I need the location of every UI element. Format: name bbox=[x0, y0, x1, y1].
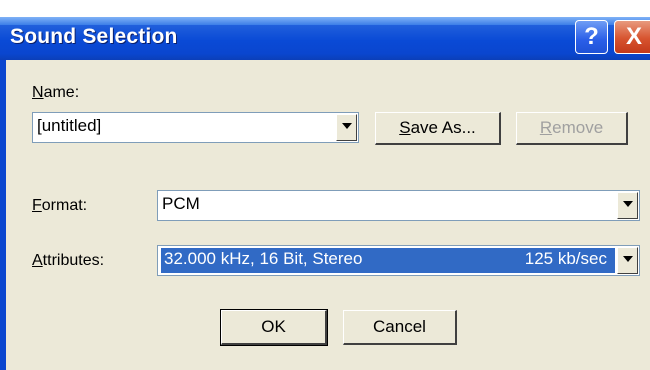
attributes-combobox[interactable]: 32.000 kHz, 16 Bit, Stereo 125 kb/sec bbox=[157, 245, 640, 276]
format-value: PCM bbox=[162, 194, 200, 213]
save-as-label: Save As... bbox=[399, 118, 476, 137]
window-title: Sound Selection bbox=[10, 25, 178, 48]
format-label: Format: bbox=[32, 197, 88, 214]
chevron-down-icon[interactable] bbox=[617, 192, 638, 219]
name-value: [untitled] bbox=[37, 116, 102, 135]
window-frame-left bbox=[0, 60, 6, 370]
remove-button[interactable]: Remove bbox=[516, 112, 628, 145]
help-icon: ? bbox=[584, 23, 599, 50]
ok-button[interactable]: OK bbox=[220, 309, 328, 346]
title-bar[interactable]: Sound Selection ? X bbox=[0, 0, 650, 60]
help-button[interactable]: ? bbox=[575, 20, 608, 54]
name-label: Name: bbox=[32, 84, 80, 101]
close-icon: X bbox=[625, 23, 642, 50]
attributes-value: 32.000 kHz, 16 Bit, Stereo bbox=[164, 249, 363, 268]
close-button[interactable]: X bbox=[614, 20, 650, 54]
chevron-down-icon[interactable] bbox=[336, 114, 357, 141]
name-combobox[interactable]: [untitled] bbox=[32, 112, 359, 143]
format-combobox[interactable]: PCM bbox=[157, 190, 640, 221]
cancel-label: Cancel bbox=[373, 317, 426, 336]
chevron-down-icon[interactable] bbox=[617, 247, 638, 274]
attributes-rate: 125 kb/sec bbox=[524, 249, 607, 268]
title-bar-highlight bbox=[0, 17, 650, 25]
attributes-label: Attributes: bbox=[32, 252, 105, 269]
cancel-button[interactable]: Cancel bbox=[343, 310, 457, 345]
ok-label: OK bbox=[261, 317, 286, 336]
remove-label: Remove bbox=[539, 118, 604, 137]
save-as-button[interactable]: Save As... bbox=[375, 112, 501, 145]
